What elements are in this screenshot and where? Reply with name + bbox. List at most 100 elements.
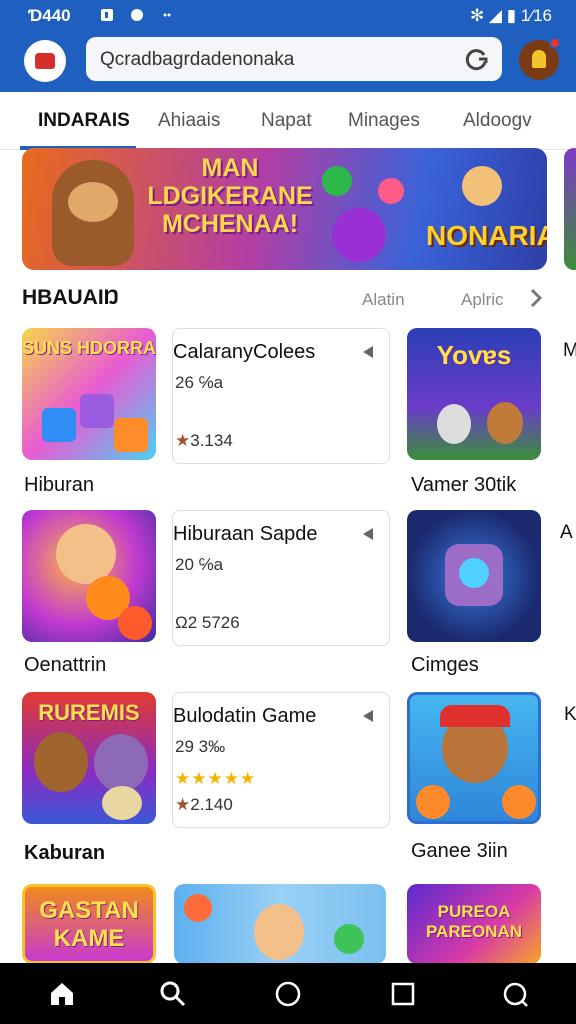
- profile-avatar[interactable]: [519, 37, 561, 80]
- game-thumbnail[interactable]: GASTAN KAME: [22, 884, 156, 964]
- game-rating: ★2.140: [175, 795, 233, 815]
- game-thumbnail[interactable]: [22, 510, 156, 642]
- circle-home-icon[interactable]: [273, 979, 303, 1009]
- thumbnail-title: RUREMIS: [38, 700, 140, 725]
- game-card[interactable]: CalaranyColees 26 ℅a ★3.134: [172, 328, 390, 464]
- game-meta: 20 ℅a: [175, 555, 224, 574]
- app-bar: Qcradbagrdadenonaka: [0, 32, 576, 92]
- candy-icon: [378, 178, 404, 204]
- game-name: CalaranyColees: [173, 341, 316, 363]
- share-icon[interactable]: [361, 527, 375, 541]
- more-icon: [163, 13, 171, 17]
- bell-icon: [532, 50, 546, 68]
- status-time: Ɗ440: [28, 6, 71, 25]
- refresh-icon[interactable]: [462, 44, 492, 74]
- star-icon: ★: [175, 795, 191, 814]
- hat-icon: [440, 705, 510, 727]
- tab-4[interactable]: Aldoogv: [463, 110, 532, 132]
- game-thumbnail[interactable]: [407, 692, 541, 824]
- game-caption[interactable]: Hiburan: [24, 474, 94, 497]
- thumbnail-title: PUREOA PAREONAN: [425, 902, 523, 941]
- game-thumbnail[interactable]: PUREOA PAREONAN: [407, 884, 541, 964]
- smile-ball-icon: [416, 785, 450, 819]
- search-input[interactable]: Qcradbagrdadenonaka: [100, 49, 294, 71]
- thumbnail-title: GASTAN KAME: [39, 897, 139, 952]
- edge-card-text: K: [564, 704, 576, 725]
- smile-ball-icon: [118, 606, 152, 640]
- thumbnail-title: SUNS HDORRA: [22, 338, 156, 358]
- game-caption[interactable]: Cimges: [411, 654, 479, 677]
- dog-character-icon: [437, 404, 471, 444]
- app-logo[interactable]: [24, 40, 66, 82]
- game-card[interactable]: Bulodatin Game 29 3‰ ★★★★★ ★2.140: [172, 692, 390, 828]
- girl-character-icon: [462, 166, 502, 206]
- game-rating: Ω2 5726: [175, 613, 240, 632]
- share-icon[interactable]: [361, 709, 375, 723]
- smile-ball-icon: [502, 785, 536, 819]
- game-caption[interactable]: Oenattrin: [24, 654, 106, 677]
- bear-character-icon: [34, 732, 88, 792]
- bear-character-icon: [94, 734, 148, 792]
- banner-subtitle: NONARIA: [426, 220, 547, 251]
- home-icon[interactable]: [47, 979, 77, 1009]
- section-link-1[interactable]: Alatin: [362, 290, 405, 310]
- dog-character-icon: [487, 402, 523, 444]
- logo-mark-icon: [35, 53, 55, 69]
- block-icon: [80, 394, 114, 428]
- notification-dot: [549, 37, 561, 49]
- tab-1[interactable]: Ahiaais: [158, 110, 220, 132]
- bear-character-icon: [102, 786, 142, 820]
- section-title: HBAUAIŊ: [22, 286, 119, 309]
- block-icon: [114, 418, 148, 452]
- game-meta: 26 ℅a: [175, 373, 224, 392]
- edge-card-text: A: [560, 522, 573, 543]
- assistant-icon[interactable]: [500, 979, 530, 1009]
- rating-stars: ★★★★★: [175, 769, 257, 788]
- tab-3[interactable]: Minages: [348, 110, 420, 132]
- game-thumbnail[interactable]: RUREMIS: [22, 692, 156, 824]
- search-bar[interactable]: Qcradbagrdadenonaka: [86, 37, 502, 81]
- next-banner-peek[interactable]: [564, 148, 576, 270]
- balloon-icon: [184, 894, 212, 922]
- candy-icon: [322, 166, 352, 196]
- message-icon: [131, 9, 143, 21]
- game-meta: 29 3‰: [175, 737, 226, 756]
- block-icon: [42, 408, 76, 442]
- tab-2[interactable]: Napat: [261, 110, 312, 132]
- game-caption[interactable]: Vamer 30tik: [411, 474, 516, 497]
- game-thumbnail[interactable]: [174, 884, 386, 964]
- chevron-right-icon[interactable]: [528, 288, 544, 308]
- game-rating: ★3.134: [175, 431, 233, 451]
- game-thumbnail[interactable]: [407, 510, 541, 642]
- tab-0[interactable]: INDARAIS: [38, 110, 130, 132]
- ball-icon: [332, 208, 386, 262]
- girl-character-icon: [56, 524, 116, 584]
- edge-card-text: M: [563, 340, 576, 361]
- banner-title: MAN LDGIKERANE MCHENAA!: [147, 154, 313, 238]
- rating-value: 2.140: [190, 795, 233, 814]
- game-card[interactable]: Hiburaan Sapde 20 ℅a Ω2 5726: [172, 510, 390, 646]
- section-title-2: Kaburan: [24, 842, 106, 864]
- star-icon: ★: [175, 431, 191, 450]
- recents-icon[interactable]: [388, 979, 418, 1009]
- status-indicators: ✻ ◢ ▮ 1⁄16: [469, 6, 552, 25]
- game-caption[interactable]: Ganee 3iin: [411, 840, 508, 863]
- notification-icon: [101, 9, 113, 21]
- rating-value: 3.134: [190, 431, 233, 450]
- girl-character-icon: [254, 904, 304, 960]
- category-tabs: INDARAIS Ahiaais Napat Minages Aldoogv: [0, 92, 576, 150]
- share-icon[interactable]: [361, 345, 375, 359]
- thumbnail-title: Yovɐs: [436, 340, 512, 370]
- section-link-2[interactable]: Aplric: [461, 290, 504, 310]
- status-bar: Ɗ440 ✻ ◢ ▮ 1⁄16: [0, 0, 576, 32]
- system-nav-bar: [0, 963, 576, 1024]
- game-name: Hiburaan Sapde: [173, 523, 318, 545]
- search-icon[interactable]: [158, 979, 188, 1009]
- game-name: Bulodatin Game: [173, 705, 317, 727]
- game-thumbnail[interactable]: Yovɐs: [407, 328, 541, 460]
- bear-character-icon: [52, 160, 134, 266]
- robot-eye-icon: [459, 558, 489, 588]
- balloon-icon: [334, 924, 364, 954]
- game-thumbnail[interactable]: SUNS HDORRA: [22, 328, 156, 460]
- promo-banner[interactable]: MAN LDGIKERANE MCHENAA! NONARIA: [22, 148, 547, 270]
